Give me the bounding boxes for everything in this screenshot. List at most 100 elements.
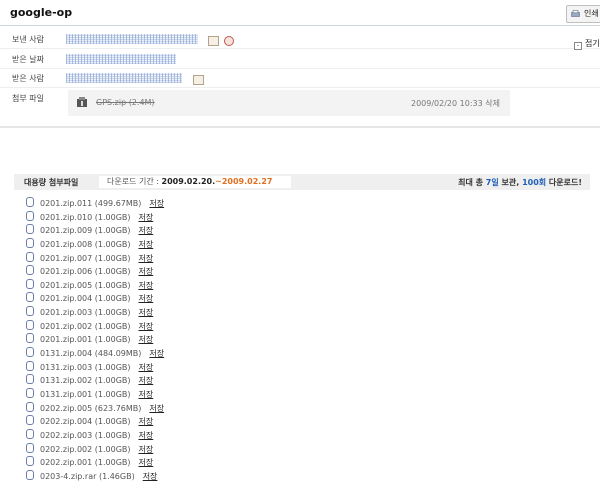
- save-link[interactable]: 저장: [139, 445, 154, 454]
- save-link[interactable]: 저장: [139, 363, 154, 372]
- file-name: 0201.zip.010 (1.00GB): [40, 212, 131, 222]
- period-end: ~2009.02.27: [215, 177, 273, 186]
- paperclip-icon: [26, 292, 34, 303]
- attachment-label: 첨부 파일: [12, 94, 44, 103]
- paperclip-icon: [26, 265, 34, 276]
- save-link[interactable]: 저장: [149, 349, 164, 358]
- retention-days: 7일: [485, 178, 499, 187]
- file-name: 0201.zip.001 (1.00GB): [40, 335, 131, 345]
- collapse-icon: -: [574, 42, 582, 50]
- row-divider: [0, 48, 600, 49]
- period-start: 2009.02.20.: [161, 177, 216, 186]
- mail-header: google-op 인쇄: [0, 0, 600, 26]
- list-item: 0201.zip.006 (1.00GB) 저장: [26, 265, 326, 279]
- file-name: 0201.zip.007 (1.00GB): [40, 253, 131, 263]
- save-link[interactable]: 저장: [139, 390, 154, 399]
- list-item: 0131.zip.004 (484.09MB) 저장: [26, 347, 326, 361]
- print-button[interactable]: 인쇄: [566, 5, 600, 23]
- block-sender-icon[interactable]: [224, 36, 234, 46]
- paperclip-icon: [26, 278, 34, 289]
- paperclip-icon: [26, 360, 34, 371]
- file-name: 0201.zip.006 (1.00GB): [40, 267, 131, 277]
- bulk-attachment-bar: 대용량 첨부파일 다운로드 기간 : 2009.02.20.~2009.02.2…: [14, 174, 590, 190]
- save-link[interactable]: 저장: [143, 472, 158, 481]
- list-item: 0201.zip.003 (1.00GB) 저장: [26, 306, 326, 320]
- list-item: 0201.zip.008 (1.00GB) 저장: [26, 237, 326, 252]
- file-name: 0201.zip.003 (1.00GB): [40, 308, 131, 318]
- paperclip-icon: [26, 428, 34, 439]
- list-item: 0202.zip.005 (623.76MB) 저장: [26, 401, 326, 416]
- header-divider: [0, 25, 600, 26]
- sender-address-redacted: [66, 34, 198, 44]
- save-link[interactable]: 저장: [139, 213, 154, 222]
- list-item: 0202.zip.002 (1.00GB) 저장: [26, 442, 326, 457]
- bulk-file-list: 0201.zip.011 (499.67MB) 저장 0201.zip.010 (1…: [26, 197, 326, 483]
- list-item: 0201.zip.009 (1.00GB) 저장: [26, 224, 326, 238]
- file-name: 0131.zip.003 (1.00GB): [40, 362, 131, 372]
- file-name: 0202.zip.005 (623.76MB): [40, 403, 142, 413]
- save-link[interactable]: 저장: [139, 417, 154, 426]
- paperclip-icon: [26, 415, 34, 426]
- attachment-delete-link[interactable]: 삭제: [485, 99, 500, 108]
- list-item: 0201.zip.001 (1.00GB) 저장: [26, 333, 326, 347]
- paperclip-icon: [26, 306, 34, 317]
- section-divider: [0, 126, 600, 128]
- save-link[interactable]: 저장: [139, 322, 154, 331]
- list-item: 0131.zip.001 (1.00GB) 저장: [26, 387, 326, 402]
- attachment-file-name[interactable]: GPS.zip (2.4M): [96, 98, 155, 107]
- paperclip-icon: [26, 442, 34, 453]
- save-link[interactable]: 저장: [149, 404, 164, 413]
- list-item: 0201.zip.002 (1.00GB) 저장: [26, 319, 326, 334]
- bulk-attachment-title: 대용량 첨부파일: [24, 178, 79, 187]
- list-item: 0201.zip.004 (1.00GB) 저장: [26, 292, 326, 306]
- add-contact-icon[interactable]: [208, 36, 219, 46]
- save-link[interactable]: 저장: [139, 458, 154, 467]
- recipient-label: 받은 사람: [12, 74, 44, 83]
- mail-subject: google-op: [10, 6, 73, 19]
- collapse-toggle[interactable]: - 접기: [574, 38, 600, 50]
- printer-icon: [571, 10, 580, 17]
- save-link[interactable]: 저장: [149, 199, 164, 208]
- save-link[interactable]: 저장: [139, 267, 154, 276]
- save-link[interactable]: 저장: [139, 254, 154, 263]
- save-link[interactable]: 저장: [139, 335, 154, 344]
- list-item: 0201.zip.007 (1.00GB) 저장: [26, 251, 326, 266]
- file-name: 0201.zip.002 (1.00GB): [40, 321, 131, 331]
- retention-info: 최대 총 7일 보관, 100회 다운로드!: [458, 177, 582, 188]
- row-divider: [0, 87, 600, 88]
- download-count: 100회: [522, 178, 547, 187]
- paperclip-icon: [26, 237, 34, 248]
- file-name: 0201.zip.008 (1.00GB): [40, 239, 131, 249]
- paperclip-icon: [26, 469, 34, 480]
- list-item: 0202.zip.001 (1.00GB) 저장: [26, 456, 326, 470]
- collapse-label: 접기: [585, 39, 600, 48]
- add-contact-icon[interactable]: [193, 75, 204, 85]
- save-link[interactable]: 저장: [139, 281, 154, 290]
- save-link[interactable]: 저장: [139, 308, 154, 317]
- download-period: 다운로드 기간 : 2009.02.20.~2009.02.27: [99, 176, 291, 188]
- file-name: 0131.zip.002 (1.00GB): [40, 376, 131, 386]
- row-divider: [0, 68, 600, 69]
- save-link[interactable]: 저장: [139, 376, 154, 385]
- file-name: 0202.zip.001 (1.00GB): [40, 458, 131, 468]
- paperclip-icon: [26, 374, 34, 385]
- file-name: 0202.zip.003 (1.00GB): [40, 430, 131, 440]
- paperclip-icon: [26, 319, 34, 330]
- list-item: 0202.zip.004 (1.00GB) 저장: [26, 415, 326, 429]
- file-name: 0203-4.zip.rar (1.46GB): [40, 471, 135, 481]
- save-link[interactable]: 저장: [139, 294, 154, 303]
- print-label: 인쇄: [584, 9, 599, 18]
- file-name: 0201.zip.011 (499.67MB): [40, 199, 142, 208]
- save-link[interactable]: 저장: [139, 431, 154, 440]
- file-name: 0202.zip.004 (1.00GB): [40, 417, 131, 427]
- file-name: 0202.zip.002 (1.00GB): [40, 444, 131, 454]
- paperclip-icon: [26, 197, 34, 207]
- paperclip-icon: [26, 210, 34, 221]
- file-name: 0131.zip.004 (484.09MB): [40, 349, 142, 359]
- list-item: 0131.zip.003 (1.00GB) 저장: [26, 360, 326, 375]
- date-label: 받은 날짜: [12, 55, 44, 64]
- save-link[interactable]: 저장: [139, 226, 154, 235]
- date-redacted: [66, 54, 176, 64]
- save-link[interactable]: 저장: [139, 240, 154, 249]
- file-name: 0131.zip.001 (1.00GB): [40, 389, 131, 399]
